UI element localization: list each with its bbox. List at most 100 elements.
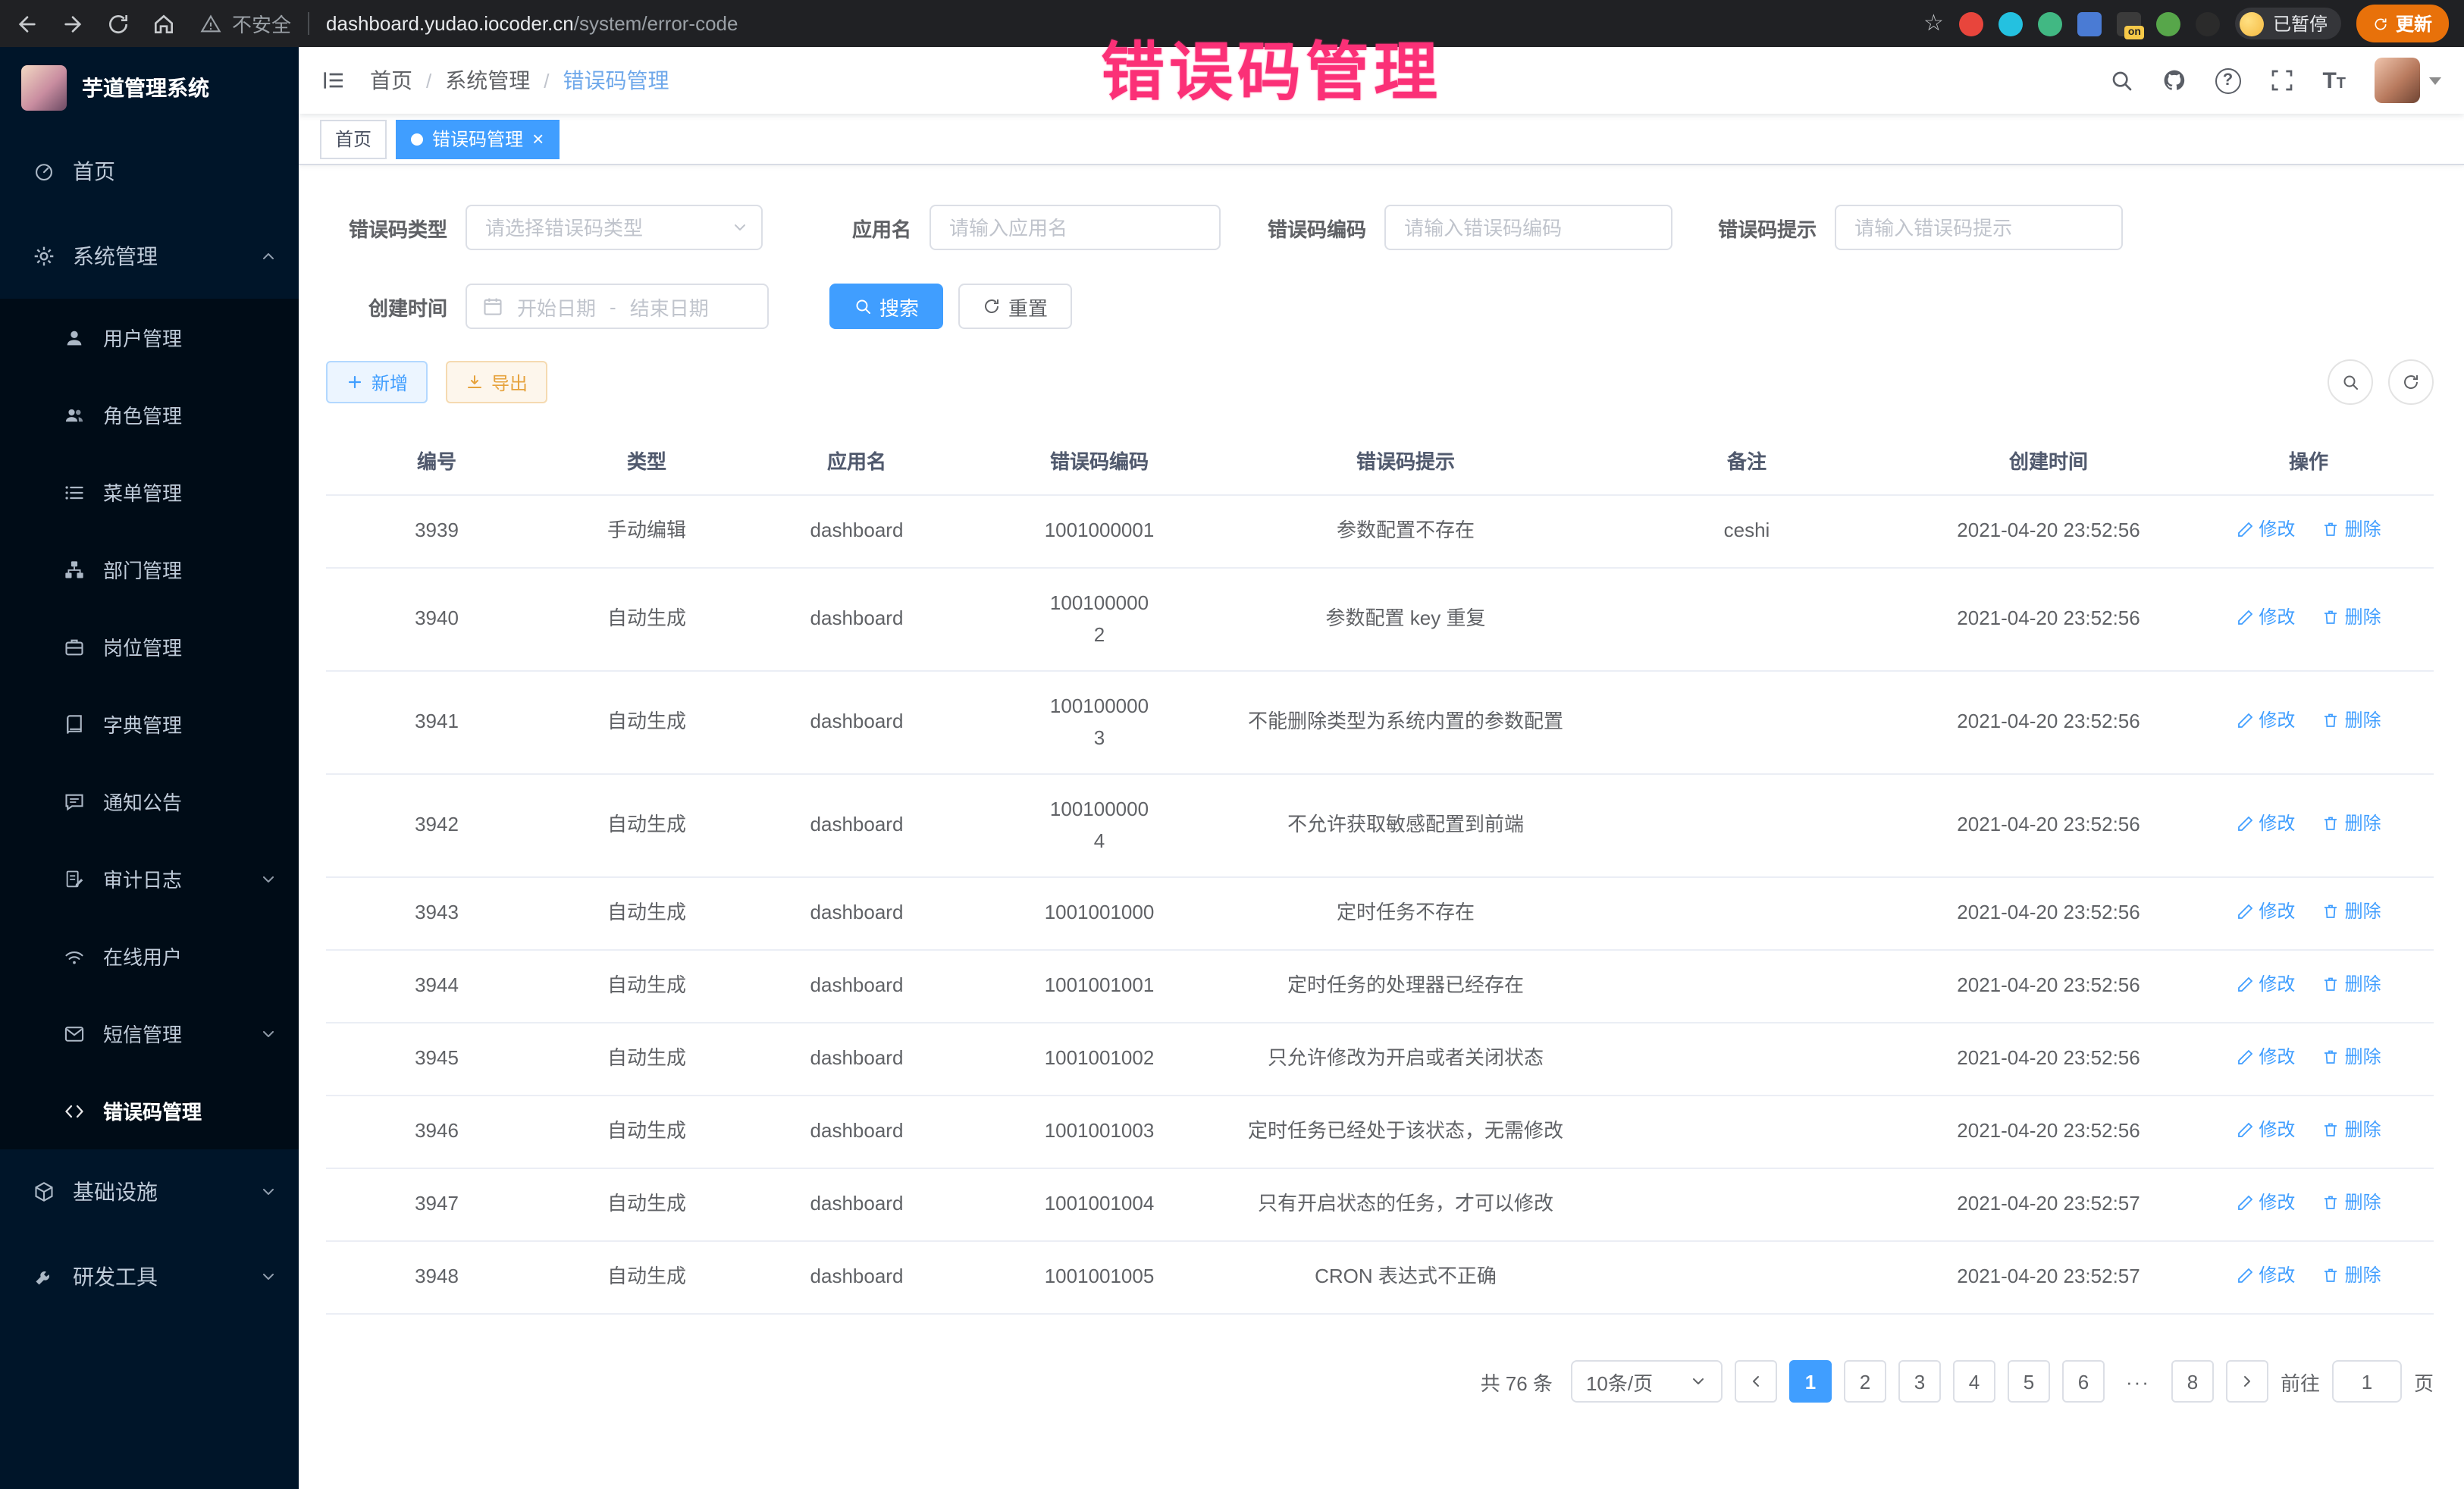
reload-icon[interactable]	[106, 11, 130, 36]
sidebar-item-dev-tools[interactable]: 研发工具	[0, 1234, 299, 1319]
user-menu[interactable]	[2375, 58, 2441, 103]
app-logo[interactable]: 芋道管理系统	[0, 47, 299, 129]
cell-app: dashboard	[746, 595, 967, 644]
close-icon[interactable]	[532, 129, 544, 149]
back-icon[interactable]	[15, 11, 39, 36]
sidebar-item-infrastructure[interactable]: 基础设施	[0, 1149, 299, 1234]
extension-icon-7[interactable]	[2196, 11, 2220, 36]
profile-paused-badge[interactable]: 已暂停	[2235, 8, 2341, 39]
sidebar-item-posts[interactable]: 岗位管理	[0, 608, 299, 685]
cell-actions: 修改 删除	[2183, 1034, 2434, 1085]
page-button-1[interactable]: 1	[1789, 1360, 1832, 1403]
delete-button[interactable]: 删除	[2322, 1116, 2381, 1144]
refresh-table-button[interactable]	[2388, 359, 2434, 405]
delete-button[interactable]: 删除	[2322, 810, 2381, 838]
browser-home-icon[interactable]	[152, 11, 176, 36]
sidebar-item-departments[interactable]: 部门管理	[0, 531, 299, 608]
tab-error-code[interactable]: 错误码管理	[396, 119, 559, 158]
search-button[interactable]: 搜索	[829, 284, 943, 329]
sidebar-item-online-users[interactable]: 在线用户	[0, 917, 299, 995]
page-size-select[interactable]: 10条/页	[1571, 1360, 1723, 1403]
error-type-select-input[interactable]	[466, 205, 763, 250]
fullscreen-icon[interactable]	[2269, 68, 2293, 92]
search-icon[interactable]	[2108, 68, 2133, 92]
page-button-4[interactable]: 4	[1953, 1360, 1995, 1403]
delete-button[interactable]: 删除	[2322, 898, 2381, 926]
add-button[interactable]: 新增	[326, 361, 428, 403]
bookmark-star-icon[interactable]: ☆	[1923, 12, 1944, 35]
edit-button[interactable]: 修改	[2236, 970, 2295, 998]
edit-button[interactable]: 修改	[2236, 1189, 2295, 1217]
table-toolbar: 新增 导出	[326, 359, 2434, 405]
delete-button[interactable]: 删除	[2322, 603, 2381, 632]
font-size-icon[interactable]	[2322, 69, 2346, 92]
delete-button[interactable]: 删除	[2322, 1043, 2381, 1071]
edit-button[interactable]: 修改	[2236, 810, 2295, 838]
error-type-select[interactable]	[466, 205, 763, 250]
col-remark: 备注	[1580, 439, 1914, 487]
sidebar-item-sms[interactable]: 短信管理	[0, 995, 299, 1072]
delete-button[interactable]: 删除	[2322, 1189, 2381, 1217]
page-content: 错误码类型 应用名 错误码编码	[299, 165, 2464, 1489]
sidebar-item-home[interactable]: 首页	[0, 129, 299, 214]
sidebar-item-error-code[interactable]: 错误码管理	[0, 1072, 299, 1149]
address-bar[interactable]: 不安全 dashboard.yudao.iocoder.cn/system/er…	[200, 9, 738, 38]
date-range-picker[interactable]: 开始日期 - 结束日期	[466, 284, 769, 329]
sidebar-item-notice[interactable]: 通知公告	[0, 763, 299, 840]
show-search-button[interactable]	[2328, 359, 2373, 405]
help-icon[interactable]	[2215, 67, 2240, 93]
cell-type: 自动生成	[547, 1253, 746, 1302]
tree-icon	[64, 559, 85, 580]
error-hint-input[interactable]	[1835, 205, 2123, 250]
sidebar-item-dict[interactable]: 字典管理	[0, 685, 299, 763]
page-button-5[interactable]: 5	[2008, 1360, 2050, 1403]
cell-code: 1001000003	[967, 683, 1231, 763]
extension-icon-1[interactable]	[1959, 11, 1983, 36]
cell-remark	[1580, 1196, 1914, 1214]
hamburger-icon[interactable]	[321, 68, 346, 92]
delete-button[interactable]: 删除	[2322, 516, 2381, 544]
export-button[interactable]: 导出	[446, 361, 547, 403]
edit-button[interactable]: 修改	[2236, 516, 2295, 544]
page-button-6[interactable]: 6	[2062, 1360, 2105, 1403]
extension-icon-2[interactable]	[1998, 11, 2023, 36]
reset-button[interactable]: 重置	[958, 284, 1072, 329]
forward-icon[interactable]	[61, 11, 85, 36]
prev-page-button[interactable]	[1735, 1360, 1777, 1403]
browser-update-button[interactable]: 更新	[2356, 5, 2449, 42]
breadcrumb-system[interactable]: 系统管理	[445, 65, 530, 96]
page-button-2[interactable]: 2	[1844, 1360, 1886, 1403]
edit-button[interactable]: 修改	[2236, 1116, 2295, 1144]
edit-button[interactable]: 修改	[2236, 898, 2295, 926]
next-page-button[interactable]	[2226, 1360, 2268, 1403]
app-frame: 芋道管理系统 首页 系统管理 用户管理 角色管理	[0, 47, 2464, 1489]
app-name-input[interactable]	[929, 205, 1221, 250]
sidebar-item-menus[interactable]: 菜单管理	[0, 453, 299, 531]
delete-button[interactable]: 删除	[2322, 970, 2381, 998]
extension-icon-3[interactable]	[2038, 11, 2062, 36]
error-code-input[interactable]	[1384, 205, 1672, 250]
sidebar-item-audit-log[interactable]: 审计日志	[0, 840, 299, 917]
edit-button[interactable]: 修改	[2236, 1043, 2295, 1071]
edit-button[interactable]: 修改	[2236, 603, 2295, 632]
breadcrumb-home[interactable]: 首页	[370, 65, 412, 96]
book-icon	[64, 713, 85, 735]
page-button-8[interactable]: 8	[2171, 1360, 2214, 1403]
edit-button[interactable]: 修改	[2236, 1262, 2295, 1290]
edit-button[interactable]: 修改	[2236, 707, 2295, 735]
more-pages-button[interactable]: ···	[2117, 1360, 2159, 1403]
goto-page-input[interactable]	[2332, 1360, 2402, 1403]
github-icon[interactable]	[2161, 68, 2186, 92]
tags-view-bar: 首页 错误码管理	[299, 114, 2464, 165]
extension-icon-4[interactable]	[2077, 11, 2102, 36]
sidebar-item-system[interactable]: 系统管理	[0, 214, 299, 299]
delete-button[interactable]: 删除	[2322, 1262, 2381, 1290]
delete-button[interactable]: 删除	[2322, 707, 2381, 735]
cell-code: 1001001000	[967, 889, 1231, 938]
extension-icon-5[interactable]	[2117, 11, 2141, 36]
sidebar-item-roles[interactable]: 角色管理	[0, 376, 299, 453]
tab-home[interactable]: 首页	[320, 119, 387, 158]
extension-icon-6[interactable]	[2156, 11, 2180, 36]
sidebar-item-users[interactable]: 用户管理	[0, 299, 299, 376]
page-button-3[interactable]: 3	[1898, 1360, 1941, 1403]
